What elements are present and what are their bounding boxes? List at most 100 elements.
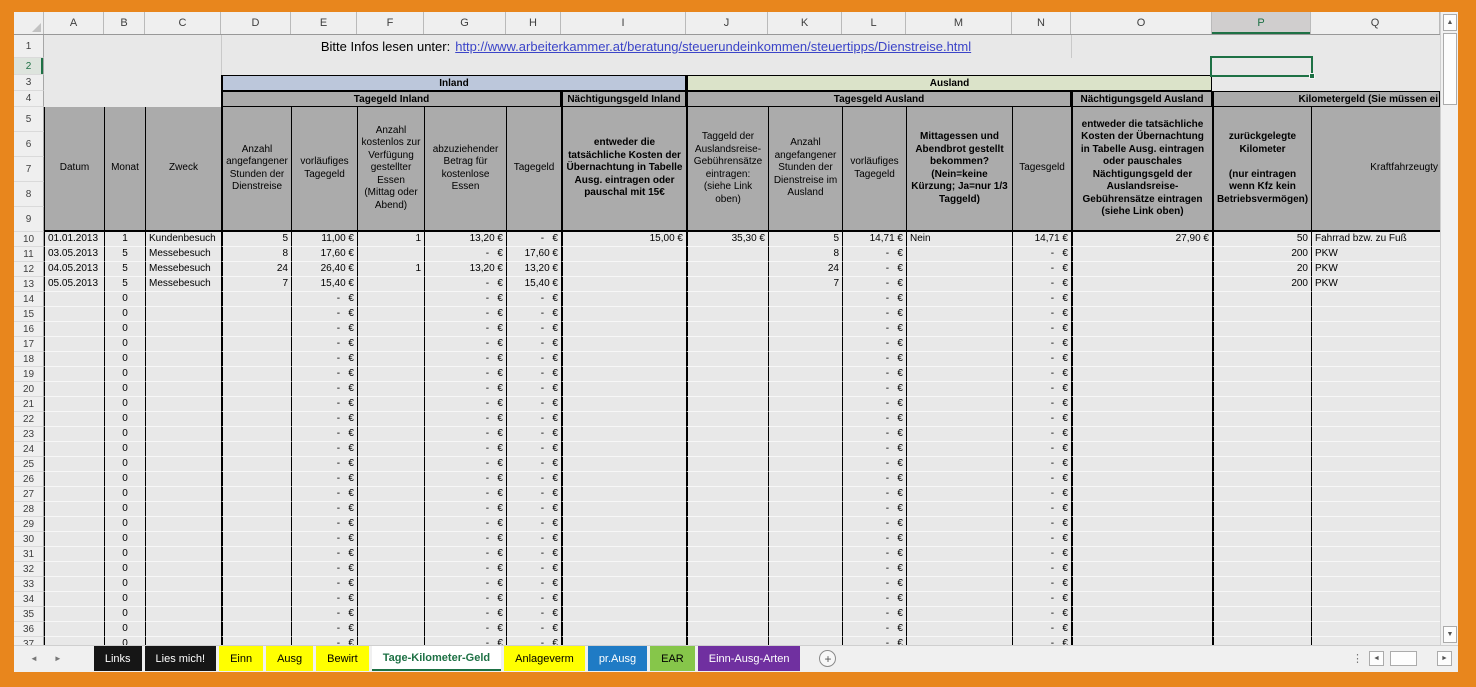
- cell-B29[interactable]: 0: [104, 517, 145, 532]
- table-header-E[interactable]: vorläufiges Tagegeld: [291, 107, 357, 230]
- cell-E25[interactable]: - €: [291, 457, 357, 472]
- cell-F36[interactable]: [357, 622, 424, 637]
- cell-E11[interactable]: 17,60 €: [291, 247, 357, 262]
- cell-I28[interactable]: [561, 502, 686, 517]
- cell-O18[interactable]: [1071, 352, 1212, 367]
- cell-K33[interactable]: [768, 577, 842, 592]
- column-header-I[interactable]: I: [561, 12, 686, 34]
- cell-C10[interactable]: Kundenbesuch: [145, 232, 221, 247]
- cell-G24[interactable]: - €: [424, 442, 506, 457]
- cell-I14[interactable]: [561, 292, 686, 307]
- row-header-3[interactable]: 3: [14, 75, 44, 91]
- cell-H22[interactable]: - €: [506, 412, 561, 427]
- cell-B10[interactable]: 1: [104, 232, 145, 247]
- cell-E31[interactable]: - €: [291, 547, 357, 562]
- cell-F20[interactable]: [357, 382, 424, 397]
- cell-K15[interactable]: [768, 307, 842, 322]
- cell-G22[interactable]: - €: [424, 412, 506, 427]
- cell-B35[interactable]: 0: [104, 607, 145, 622]
- cell-H24[interactable]: - €: [506, 442, 561, 457]
- cell-N19[interactable]: - €: [1012, 367, 1071, 382]
- cell-G19[interactable]: - €: [424, 367, 506, 382]
- cell-K18[interactable]: [768, 352, 842, 367]
- cell-K16[interactable]: [768, 322, 842, 337]
- table-header-B[interactable]: Monat: [104, 107, 145, 230]
- cell-O27[interactable]: [1071, 487, 1212, 502]
- row-header-14[interactable]: 14: [14, 292, 44, 307]
- cell-J26[interactable]: [686, 472, 768, 487]
- cell-P14[interactable]: [1212, 292, 1311, 307]
- column-header-F[interactable]: F: [357, 12, 424, 34]
- cell-J36[interactable]: [686, 622, 768, 637]
- cell-B28[interactable]: 0: [104, 502, 145, 517]
- column-header-J[interactable]: J: [686, 12, 768, 34]
- sheet-tab-links[interactable]: Links: [94, 646, 142, 671]
- cell-C21[interactable]: [145, 397, 221, 412]
- cell-I15[interactable]: [561, 307, 686, 322]
- cell-O37[interactable]: [1071, 637, 1212, 645]
- row-header-10[interactable]: 10: [14, 232, 44, 247]
- cell-J17[interactable]: [686, 337, 768, 352]
- sheet-tab-lies-mich[interactable]: Lies mich!: [145, 646, 217, 671]
- cell-I25[interactable]: [561, 457, 686, 472]
- sheet-tab-tage-kilometer-geld[interactable]: Tage-Kilometer-Geld: [372, 646, 501, 671]
- cell-J37[interactable]: [686, 637, 768, 645]
- cell-P26[interactable]: [1212, 472, 1311, 487]
- cell-N17[interactable]: - €: [1012, 337, 1071, 352]
- cell-F26[interactable]: [357, 472, 424, 487]
- cell-P31[interactable]: [1212, 547, 1311, 562]
- cell-A15[interactable]: [44, 307, 104, 322]
- cell-P22[interactable]: [1212, 412, 1311, 427]
- cell-L18[interactable]: - €: [842, 352, 906, 367]
- cell-P29[interactable]: [1212, 517, 1311, 532]
- cell-B23[interactable]: 0: [104, 427, 145, 442]
- cell-C37[interactable]: [145, 637, 221, 645]
- cell-A36[interactable]: [44, 622, 104, 637]
- cell-N12[interactable]: - €: [1012, 262, 1071, 277]
- cell-M10[interactable]: Nein: [906, 232, 1012, 247]
- cell-D36[interactable]: [221, 622, 291, 637]
- cell-L33[interactable]: - €: [842, 577, 906, 592]
- cell-I20[interactable]: [561, 382, 686, 397]
- cell-B25[interactable]: 0: [104, 457, 145, 472]
- cell-M25[interactable]: [906, 457, 1012, 472]
- cell-Q22[interactable]: [1311, 412, 1440, 427]
- cell-M34[interactable]: [906, 592, 1012, 607]
- cell-Q15[interactable]: [1311, 307, 1440, 322]
- cell-N10[interactable]: 14,71 €: [1012, 232, 1071, 247]
- cell-C11[interactable]: Messebesuch: [145, 247, 221, 262]
- table-header-H[interactable]: Tagegeld: [506, 107, 561, 230]
- cell-L16[interactable]: - €: [842, 322, 906, 337]
- cell-Q29[interactable]: [1311, 517, 1440, 532]
- cell-N20[interactable]: - €: [1012, 382, 1071, 397]
- cell-F21[interactable]: [357, 397, 424, 412]
- cell-D21[interactable]: [221, 397, 291, 412]
- cell-K31[interactable]: [768, 547, 842, 562]
- cell-L30[interactable]: - €: [842, 532, 906, 547]
- cell-M33[interactable]: [906, 577, 1012, 592]
- row-header-12[interactable]: 12: [14, 262, 44, 277]
- sheet-tab-ausg[interactable]: Ausg: [266, 646, 313, 671]
- cell-E13[interactable]: 15,40 €: [291, 277, 357, 292]
- cell-I30[interactable]: [561, 532, 686, 547]
- cell-G17[interactable]: - €: [424, 337, 506, 352]
- cell-Q28[interactable]: [1311, 502, 1440, 517]
- cell-E23[interactable]: - €: [291, 427, 357, 442]
- cell-A29[interactable]: [44, 517, 104, 532]
- cell-K22[interactable]: [768, 412, 842, 427]
- column-header-B[interactable]: B: [104, 12, 145, 34]
- cell-P19[interactable]: [1212, 367, 1311, 382]
- cell-E20[interactable]: - €: [291, 382, 357, 397]
- cell-O35[interactable]: [1071, 607, 1212, 622]
- cell-J14[interactable]: [686, 292, 768, 307]
- cell-P12[interactable]: 20: [1212, 262, 1311, 277]
- cell-Q23[interactable]: [1311, 427, 1440, 442]
- cell-H34[interactable]: - €: [506, 592, 561, 607]
- cell-Q20[interactable]: [1311, 382, 1440, 397]
- table-header-J[interactable]: Taggeld der Auslandsreise-Gebührensätze …: [686, 107, 768, 230]
- cell-O30[interactable]: [1071, 532, 1212, 547]
- cell-C14[interactable]: [145, 292, 221, 307]
- cell-L21[interactable]: - €: [842, 397, 906, 412]
- cell-A19[interactable]: [44, 367, 104, 382]
- cell-B30[interactable]: 0: [104, 532, 145, 547]
